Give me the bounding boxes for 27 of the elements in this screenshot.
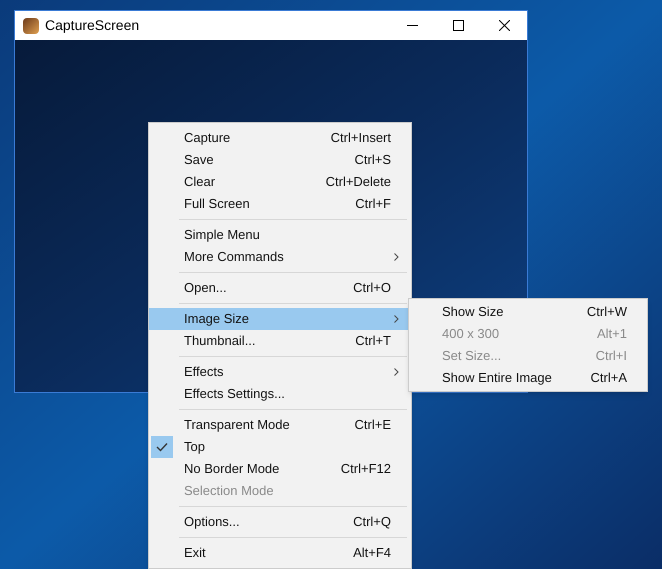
menu-item[interactable]: Thumbnail... Ctrl+T [149,330,411,352]
menu-item[interactable]: Options... Ctrl+Q [149,511,411,533]
minimize-icon [406,25,418,26]
menu-item[interactable]: No Border Mode Ctrl+F12 [149,458,411,480]
menu-item[interactable]: Transparent Mode Ctrl+E [149,414,411,436]
check-icon [151,436,173,458]
menu-item[interactable]: Show Size Ctrl+W [409,301,647,323]
menu-item[interactable]: Effects Settings... [149,383,411,405]
chevron-right-icon [394,368,399,376]
menu-item[interactable]: Show Entire Image Ctrl+A [409,367,647,389]
menu-item[interactable]: Save Ctrl+S [149,149,411,171]
menu-item[interactable]: Full Screen Ctrl+F [149,193,411,215]
menu-item[interactable]: Image Size [149,308,411,330]
maximize-icon [452,20,464,31]
menu-item[interactable]: Effects [149,361,411,383]
menu-item[interactable]: Exit Alt+F4 [149,542,411,564]
menu-item[interactable]: Top [149,436,411,458]
chevron-right-icon [394,315,399,323]
menu-item[interactable]: Capture Ctrl+Insert [149,127,411,149]
menu-item[interactable]: More Commands [149,246,411,268]
chevron-right-icon [394,253,399,261]
menu-item[interactable]: Open... Ctrl+O [149,277,411,299]
app-icon [23,18,39,34]
menu-item[interactable]: Clear Ctrl+Delete [149,171,411,193]
close-icon [498,20,510,31]
window-title: CaptureScreen [45,16,140,35]
menu-item[interactable]: Simple Menu [149,224,411,246]
